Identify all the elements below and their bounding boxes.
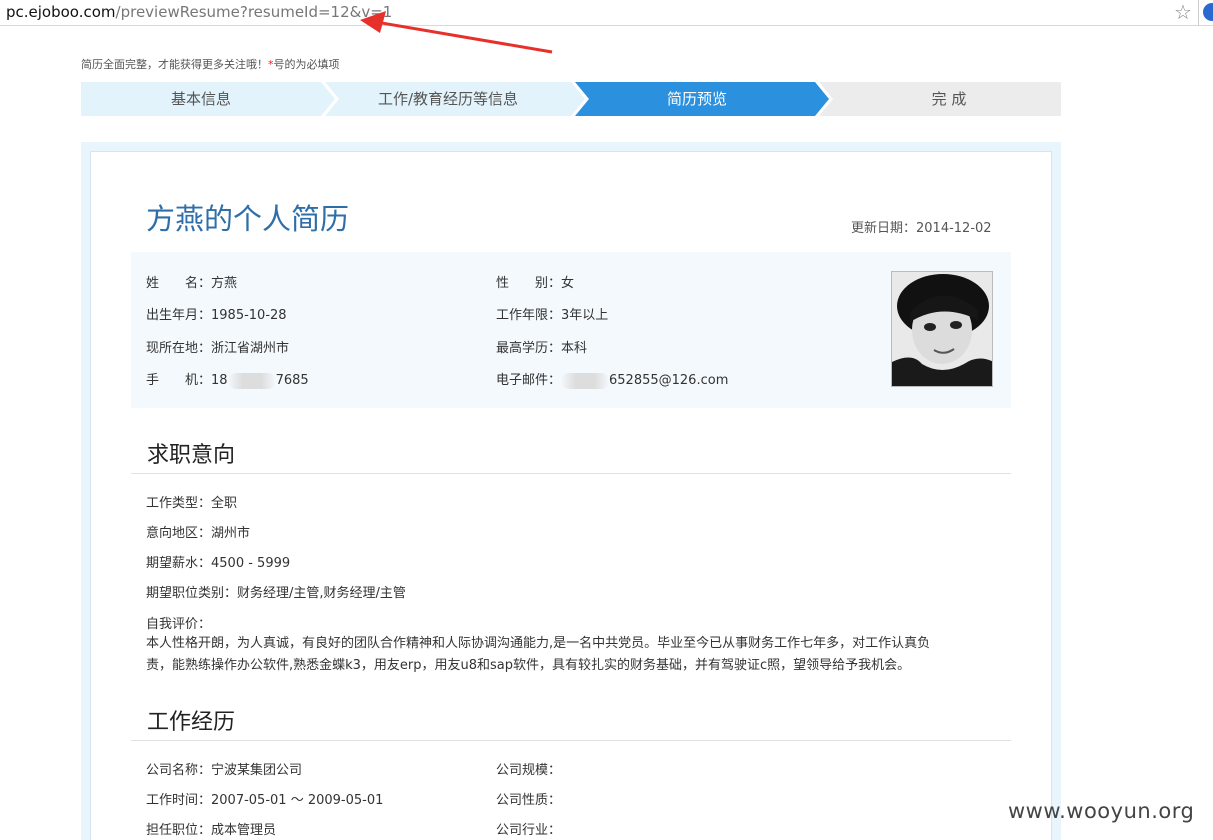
field-gender: 性 别：女 (496, 276, 575, 291)
field-target-area: 意向地区：湖州市 (146, 526, 251, 541)
step-basic-info[interactable]: 基本信息 (81, 82, 321, 116)
field-company-nature: 公司性质： (496, 793, 562, 808)
field-job-type: 工作类型：全职 (146, 496, 238, 511)
field-work-years: 工作年限：3年以上 (496, 308, 609, 323)
section-work-history: 工作经历 (147, 710, 236, 735)
field-self-eval-label: 自我评价： (146, 617, 212, 632)
field-education: 最高学历：本科 (496, 341, 588, 356)
required-text: 号的为必填项 (273, 58, 340, 71)
section-divider (131, 740, 1011, 741)
section-job-intent: 求职意向 (147, 443, 236, 468)
field-name: 姓 名：方燕 (146, 276, 238, 291)
field-company: 公司名称：宁波某集团公司 (146, 763, 303, 778)
field-position: 担任职位：成本管理员 (146, 823, 277, 838)
field-work-period: 工作时间：2007-05-01 ～ 2009-05-01 (146, 793, 384, 808)
field-phone: 手 机：18 7685 (146, 372, 309, 389)
step-experience[interactable]: 工作/教育经历等信息 (325, 82, 571, 116)
step-preview[interactable]: 简历预览 (575, 82, 819, 116)
field-salary: 期望薪水：4500 - 5999 (146, 556, 291, 571)
self-evaluation-text: 本人性格开朗，为人真诚，有良好的团队合作精神和人际协调沟通能力,是一名中共党员。… (146, 636, 931, 673)
profile-photo (891, 271, 993, 387)
section-divider (131, 473, 1011, 474)
completeness-hint: 简历全面完整，才能获得更多关注哦！*号的为必填项 (81, 56, 340, 72)
update-date: 更新日期：2014-12-02 (851, 221, 992, 236)
step-complete[interactable]: 完 成 (819, 82, 1079, 116)
field-email: 电子邮件： 652855@126.com (496, 372, 729, 389)
hint-text: 简历全面完整，才能获得更多关注哦！ (81, 58, 268, 71)
field-industry: 公司行业： (496, 823, 562, 838)
watermark: www.wooyun.org (1008, 799, 1195, 823)
email-redaction (561, 372, 610, 389)
field-location: 现所在地：浙江省湖州市 (146, 341, 290, 356)
progress-steps: 基本信息 工作/教育经历等信息 简历预览 完 成 (81, 82, 1061, 116)
field-company-size: 公司规模： (496, 763, 562, 778)
field-job-category: 期望职位类别：财务经理/主管,财务经理/主管 (146, 586, 406, 601)
phone-redaction (227, 372, 276, 389)
field-birth: 出生年月：1985-10-28 (146, 308, 287, 323)
resume-title: 方燕的个人简历 (146, 202, 350, 236)
